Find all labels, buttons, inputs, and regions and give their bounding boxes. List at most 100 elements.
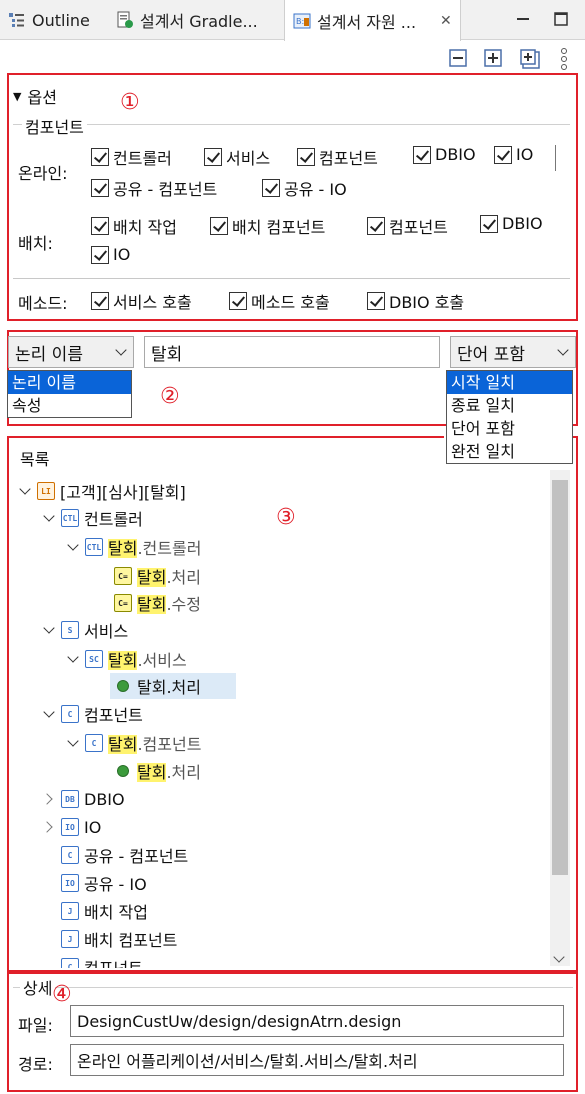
- close-icon[interactable]: ✕: [440, 13, 452, 29]
- tree-label: .컨트롤러: [137, 539, 202, 558]
- checkbox-checked-icon: [367, 292, 385, 310]
- tree-node-clipped[interactable]: C 컴포넌트: [61, 954, 541, 968]
- tree-node-component-child[interactable]: C 탈회.컴포넌트: [66, 730, 201, 756]
- divider: [555, 145, 556, 171]
- match-highlight: 탈회: [108, 651, 138, 670]
- tab-outline[interactable]: Outline: [8, 0, 90, 40]
- chevron-down-icon: [66, 540, 80, 554]
- online-service-checkbox[interactable]: 서비스: [204, 145, 270, 169]
- match-highlight: 탈회: [137, 763, 167, 782]
- match-combo[interactable]: 단어 포함: [450, 336, 576, 368]
- batch-job-checkbox[interactable]: 배치 작업: [91, 214, 177, 238]
- layer-icon: LI: [37, 482, 55, 500]
- collapse-all-icon[interactable]: [449, 49, 467, 67]
- online-shared-component-checkbox[interactable]: 공유 - 컴포넌트: [91, 176, 217, 200]
- chevron-down-icon: [42, 707, 56, 721]
- service-icon: S: [61, 621, 79, 639]
- expand-icon[interactable]: [484, 49, 502, 67]
- scrollbar-thumb[interactable]: [552, 480, 568, 875]
- tree-label: IO: [84, 817, 102, 837]
- chevron-right-icon: [42, 820, 56, 834]
- checkbox-checked-icon: [91, 179, 109, 197]
- minimize-icon[interactable]: [514, 10, 532, 28]
- section-number-4: ④: [52, 982, 72, 1007]
- online-controller-checkbox[interactable]: 컨트롤러: [91, 145, 172, 169]
- online-shared-io-checkbox[interactable]: 공유 - IO: [262, 176, 347, 200]
- tree-label: 공유 - 컴포넌트: [84, 847, 189, 866]
- tree-node-shared-component[interactable]: C 공유 - 컴포넌트: [61, 842, 188, 868]
- tree-node-service-method-selected[interactable]: 탈회.처리: [110, 673, 236, 699]
- tree-node-controller-child[interactable]: CTL 탈회.컨트롤러: [66, 534, 201, 560]
- options-toggle[interactable]: ▼ 옵션: [13, 84, 57, 108]
- tree-node-service[interactable]: S 서비스: [42, 617, 128, 643]
- tree-node-service-child[interactable]: SC 탈회.서비스: [66, 646, 187, 672]
- field-option-logical-name[interactable]: 논리 이름: [8, 371, 131, 394]
- tree-node-io[interactable]: IO IO: [42, 814, 101, 840]
- tree-node-component-method[interactable]: 탈회.처리: [114, 758, 201, 784]
- match-highlight: 탈회: [108, 539, 138, 558]
- tree-node-dbio[interactable]: DB DBIO: [42, 786, 125, 812]
- checkbox-label: DBIO: [502, 214, 543, 233]
- outline-icon: [9, 13, 24, 27]
- checkbox-checked-icon: [91, 292, 109, 310]
- online-io-checkbox[interactable]: IO: [494, 145, 533, 164]
- controller-icon: CTL: [85, 538, 103, 556]
- expand-all-icon[interactable]: [520, 49, 540, 69]
- tree-label: 배치 작업: [84, 903, 148, 922]
- service-call-checkbox[interactable]: 서비스 호출: [91, 289, 192, 313]
- method-call-checkbox[interactable]: 메소드 호출: [229, 289, 330, 313]
- checkbox-checked-icon: [494, 145, 512, 164]
- checkbox-label: 공유 - IO: [284, 180, 347, 199]
- file-value: DesignCustUw/design/designAtrn.design: [77, 1011, 402, 1031]
- search-input[interactable]: 탈회: [144, 336, 440, 368]
- match-highlight: 탈회: [108, 735, 138, 754]
- tree-label: DBIO: [84, 789, 125, 809]
- chevron-down-icon: ▼: [13, 89, 22, 103]
- tree-node-batch-job[interactable]: J 배치 작업: [61, 898, 148, 924]
- match-option-ends-with[interactable]: 종료 일치: [447, 394, 572, 417]
- tree-label: 배치 컴포넌트: [84, 931, 178, 950]
- tree-node-controller-method-2[interactable]: C= 탈회.수정: [114, 590, 201, 616]
- checkbox-label: 서비스: [226, 149, 271, 168]
- tree-node-batch-component[interactable]: J 배치 컴포넌트: [61, 926, 177, 952]
- tree-node-shared-io[interactable]: IO 공유 - IO: [61, 870, 147, 896]
- tree-label: .수정: [166, 595, 201, 614]
- tree-label: .서비스: [137, 651, 187, 670]
- tree-label: [고객][심사][탈회]: [60, 483, 186, 502]
- dbio-call-checkbox[interactable]: DBIO 호출: [367, 289, 464, 313]
- tab-gradle-design[interactable]: 설계서 Gradle...: [116, 0, 258, 40]
- maximize-icon[interactable]: [552, 10, 570, 28]
- tree-node-controller-method-1[interactable]: C= 탈회.처리: [114, 563, 201, 589]
- checkbox-label: 공유 - 컴포넌트: [113, 180, 218, 199]
- tab-bar: Outline 설계서 Gradle... B: 설계서 자원 ... ✕: [0, 0, 585, 41]
- batch-io-checkbox[interactable]: IO: [91, 245, 130, 264]
- tree-node-component[interactable]: C 컴포넌트: [42, 701, 143, 727]
- chevron-down-icon: [115, 344, 127, 356]
- match-option-starts-with[interactable]: 시작 일치: [447, 371, 572, 394]
- io-icon: IO: [61, 818, 79, 836]
- checkbox-checked-icon: [297, 148, 315, 166]
- online-component-checkbox[interactable]: 컴포넌트: [297, 145, 378, 169]
- method-icon: C=: [114, 594, 132, 612]
- io-icon: IO: [61, 874, 79, 892]
- checkbox-label: 컨트롤러: [113, 149, 172, 168]
- tab-design-resource[interactable]: B: 설계서 자원 ... ✕: [284, 0, 461, 41]
- checkbox-label: IO: [516, 145, 534, 164]
- view-menu-icon[interactable]: [558, 47, 570, 71]
- batch-component2-checkbox[interactable]: 컴포넌트: [367, 214, 448, 238]
- component-icon: C: [61, 958, 79, 968]
- batch-component-checkbox[interactable]: 배치 컴포넌트: [210, 214, 325, 238]
- service-icon: SC: [85, 650, 103, 668]
- path-field[interactable]: 온라인 어플리케이션/서비스/탈회.서비스/탈회.처리: [70, 1044, 564, 1076]
- field-combo[interactable]: 논리 이름: [8, 336, 134, 368]
- chevron-down-icon: [557, 344, 569, 356]
- tree-node-controller[interactable]: CTL 컨트롤러: [42, 505, 143, 531]
- file-field[interactable]: DesignCustUw/design/designAtrn.design: [70, 1005, 564, 1037]
- tree-root[interactable]: LI [고객][심사][탈회]: [18, 478, 186, 504]
- section-number-1: ①: [120, 90, 140, 115]
- field-option-attribute[interactable]: 속성: [8, 394, 131, 417]
- tree-label: .처리: [166, 763, 201, 782]
- chevron-down-icon: [42, 623, 56, 637]
- online-dbio-checkbox[interactable]: DBIO: [413, 145, 476, 164]
- batch-dbio-checkbox[interactable]: DBIO: [480, 214, 543, 233]
